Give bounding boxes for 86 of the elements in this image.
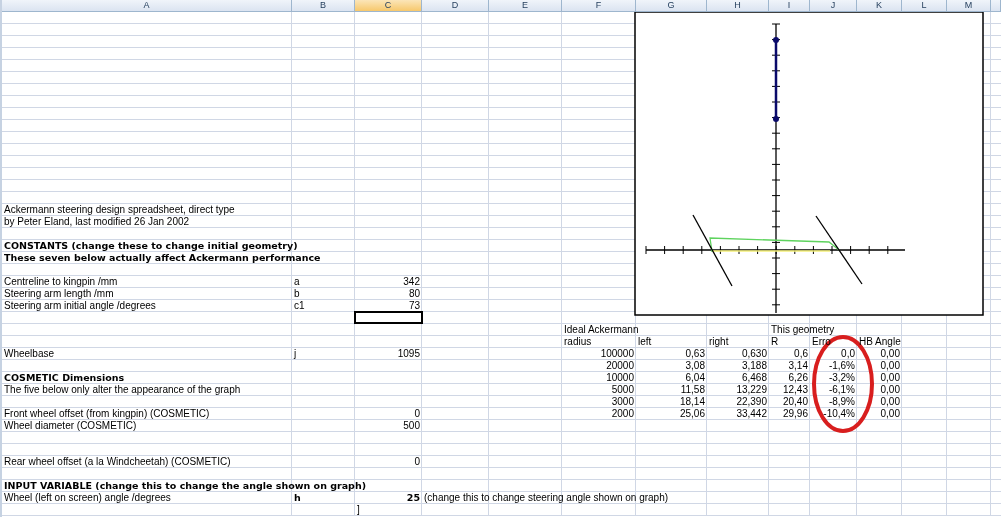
cell-text: 33,442 xyxy=(736,408,767,419)
cell-text: 100000 xyxy=(600,348,634,359)
cell-text: 25,06 xyxy=(679,408,705,419)
cell-text: c1 xyxy=(294,300,305,311)
column-header[interactable]: M xyxy=(947,0,991,11)
cell-text: 500 xyxy=(403,420,420,431)
column-header[interactable]: H xyxy=(707,0,769,11)
cell-text: a xyxy=(294,276,300,287)
cell-text: The five below only alter the appearance of the graph xyxy=(4,384,241,395)
cell-text: 11,58 xyxy=(680,384,705,395)
cell-text: CONSTANTS (change these to change initial geometry) xyxy=(4,240,298,251)
cell-text: These seven below actually affect Ackermann performance xyxy=(4,252,321,263)
cell-text: 3,08 xyxy=(685,360,705,371)
cell-text: INPUT VARIABLE (change this to change the angle shown on graph) xyxy=(4,480,366,491)
cell-text: 0 xyxy=(414,408,420,419)
column-header[interactable]: F xyxy=(562,0,636,11)
cell-text: 18,14 xyxy=(679,396,705,407)
cell-text: 3000 xyxy=(611,396,634,407)
cell-text: 3,14 xyxy=(788,360,808,371)
cell-text: j xyxy=(294,348,297,359)
cell-text: by Peter Eland, last modified 26 Jan 2002 xyxy=(4,216,190,227)
cell-text: Wheel diameter (COSMETIC) xyxy=(4,420,137,431)
cell-text: Front wheel offset (from kingpin) (COSMETIC) xyxy=(4,408,210,419)
cell-text: 25 xyxy=(406,492,420,503)
cell-text: 342 xyxy=(403,276,420,287)
cell-text: radius xyxy=(564,336,592,347)
cell-text: right xyxy=(709,336,729,347)
column-header[interactable]: D xyxy=(422,0,489,11)
cell-text: 0 xyxy=(414,456,420,467)
column-header[interactable]: L xyxy=(902,0,947,11)
cell-text: R xyxy=(771,336,779,347)
cell-text: -8,9% xyxy=(828,396,855,407)
cell-text: Steering arm initial angle /degrees xyxy=(4,300,156,311)
cell-text: -6,1% xyxy=(828,384,855,395)
cell-text: COSMETIC Dimensions xyxy=(4,372,125,383)
active-cell[interactable] xyxy=(354,311,423,324)
cell-text: 6,468 xyxy=(741,372,767,383)
cell-text: -1,6% xyxy=(828,360,855,371)
cell-text: 0,00 xyxy=(880,360,900,371)
cell-text: -3,2% xyxy=(828,372,855,383)
cell-text: 0,00 xyxy=(880,372,900,383)
cell-text: 1095 xyxy=(397,348,420,359)
cell-text: 5000 xyxy=(611,384,634,395)
cell-text: 13,229 xyxy=(736,384,767,395)
cell-text: Centreline to kingpin /mm xyxy=(4,276,118,287)
cell-text: (change this to change steering angle shown on graph) xyxy=(424,492,669,503)
cell-text: 3,188 xyxy=(741,360,767,371)
cell-text: 0,63 xyxy=(685,348,705,359)
cell-text: 12,43 xyxy=(782,384,808,395)
cell-text: left xyxy=(638,336,652,347)
cell-text: Ideal Ackermann xyxy=(564,324,639,335)
column-header[interactable]: K xyxy=(857,0,902,11)
cell-text: 0,0 xyxy=(841,348,855,359)
cell-text: 73 xyxy=(408,300,420,311)
cell-text: 2000 xyxy=(611,408,634,419)
cell-text: b xyxy=(294,288,300,299)
cell-text: 22,390 xyxy=(736,396,767,407)
cell-text: -10,4% xyxy=(823,408,855,419)
cell-text: 0,00 xyxy=(880,384,900,395)
column-header[interactable]: A xyxy=(2,0,292,11)
cell-text: 0,00 xyxy=(880,408,900,419)
cell-text: 0,630 xyxy=(741,348,767,359)
cell-text: 80 xyxy=(408,288,420,299)
cell-text: This geometry xyxy=(771,324,835,335)
column-header[interactable]: J xyxy=(810,0,857,11)
column-header[interactable]: G xyxy=(636,0,707,11)
cell-text: Rear wheel offset (a la Windcheetah) (COSMETIC) xyxy=(4,456,231,467)
cell-text: 0,6 xyxy=(794,348,808,359)
cell-text: 0,00 xyxy=(880,396,900,407)
cell-text: 20000 xyxy=(606,360,634,371)
cell-text: ] xyxy=(357,504,360,515)
cell-text: 0,00 xyxy=(880,348,900,359)
cell-text: 10000 xyxy=(606,372,634,383)
cell-text: Wheelbase xyxy=(4,348,55,359)
cell-text: Wheel (left on screen) angle /degrees xyxy=(4,492,171,503)
cell-text: 6,26 xyxy=(788,372,808,383)
cell-text: h xyxy=(294,492,301,503)
cell-text: Ackermann steering design spreadsheet, direct type xyxy=(4,204,235,215)
cell-text: HB Angle xyxy=(859,336,901,347)
cell-text: Steering arm length /mm xyxy=(4,288,114,299)
column-header[interactable]: E xyxy=(489,0,562,11)
column-header[interactable]: C xyxy=(355,0,422,11)
cell-text: 6,04 xyxy=(685,372,705,383)
cell-text: 29,96 xyxy=(782,408,808,419)
cell-text: 20,40 xyxy=(782,396,808,407)
column-header[interactable]: I xyxy=(769,0,810,11)
